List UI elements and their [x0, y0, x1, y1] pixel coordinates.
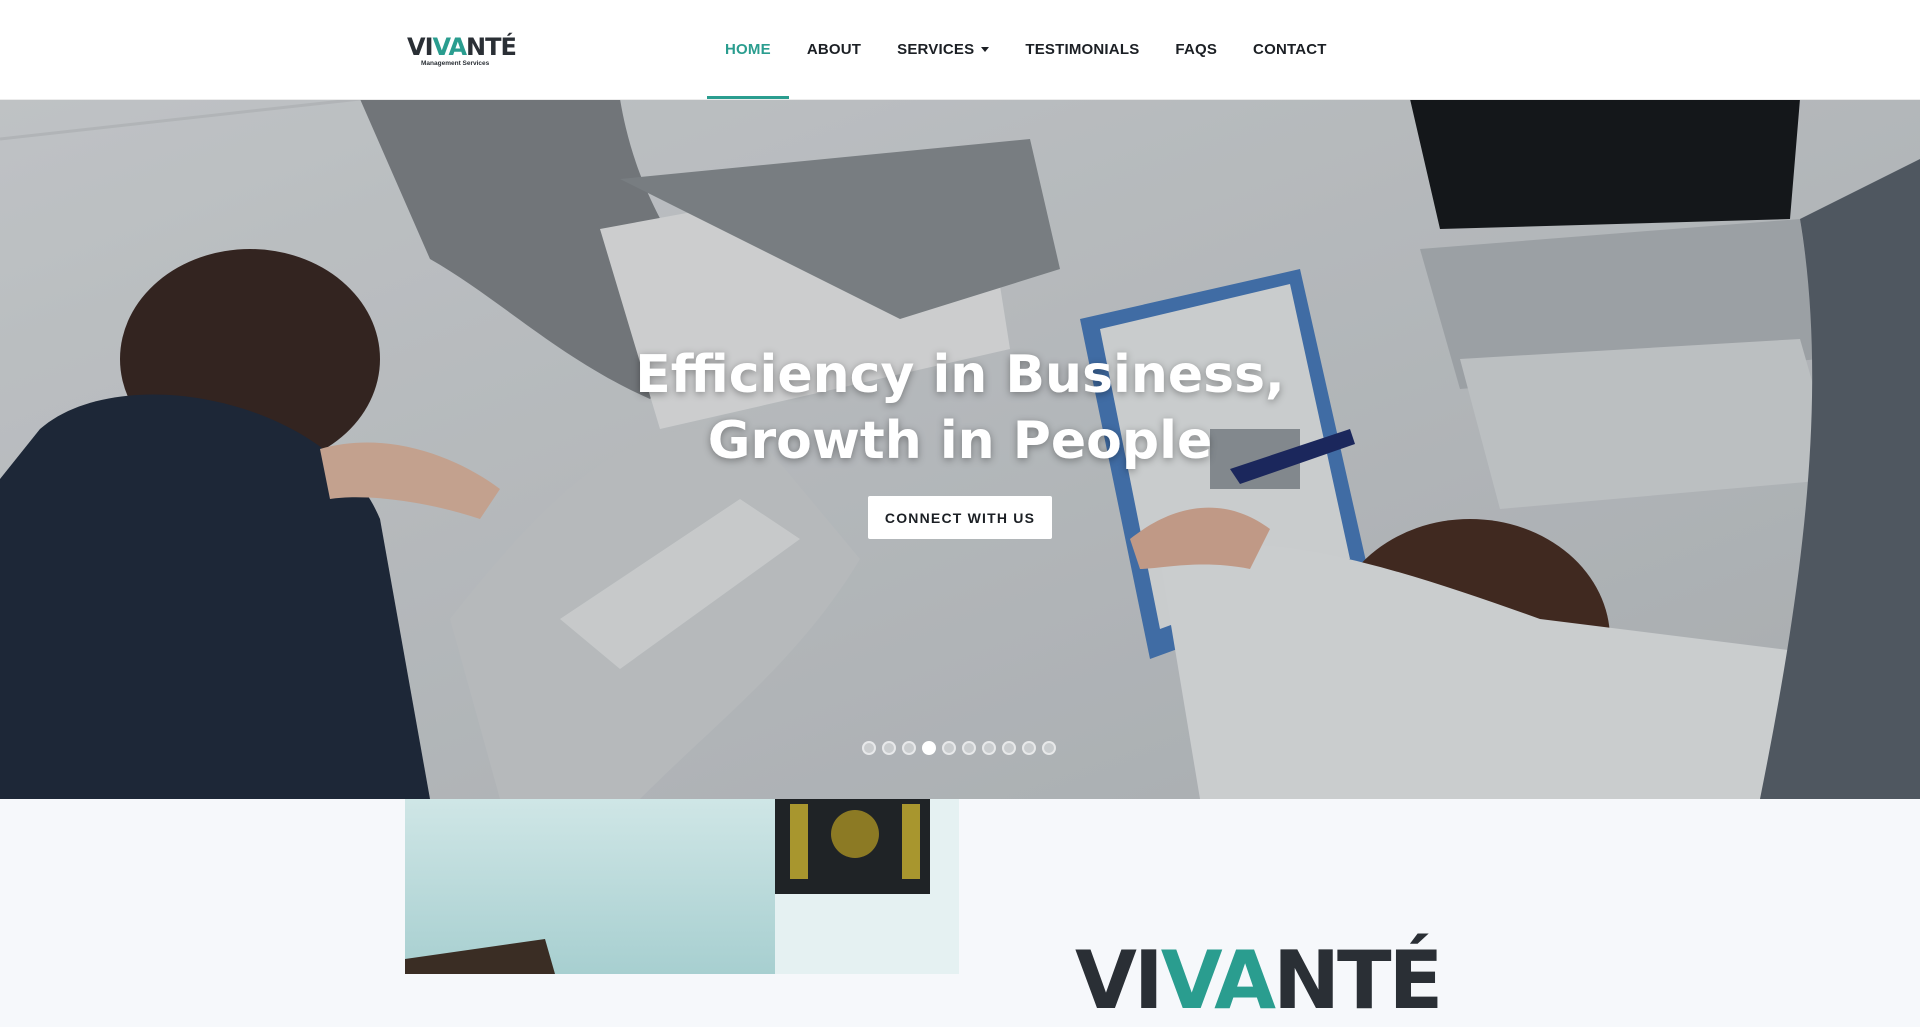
about-brand-logo: VIVANTÉ [1075, 934, 1443, 1027]
hero-title-line2: Growth in People [707, 411, 1213, 471]
logo-wordmark: VIVANTÉ [407, 33, 517, 61]
slider-dot[interactable] [862, 741, 876, 755]
slider-dot[interactable] [962, 741, 976, 755]
connect-with-us-button[interactable]: CONNECT WITH US [868, 496, 1052, 539]
logo-tagline: Management Services [421, 60, 490, 67]
slider-dot[interactable] [982, 741, 996, 755]
slider-pagination [862, 741, 1056, 755]
slider-dot[interactable] [1002, 741, 1016, 755]
nav-item-contact[interactable]: CONTACT [1235, 0, 1345, 99]
slider-dot[interactable] [942, 741, 956, 755]
hero-title-line1: Efficiency in Business, [635, 345, 1285, 405]
hero-title: Efficiency in Business, Growth in People [560, 342, 1360, 474]
main-nav: HOME ABOUT SERVICES TESTIMONIALS FAQS CO… [707, 0, 1345, 99]
nav-item-about[interactable]: ABOUT [789, 0, 879, 99]
nav-item-services[interactable]: SERVICES [879, 0, 1007, 99]
slider-dot[interactable] [1022, 741, 1036, 755]
slider-dot-active[interactable] [922, 741, 936, 755]
hero-slider: Efficiency in Business, Growth in People … [0, 99, 1920, 799]
navbar: VIVANTÉ Management Services HOME ABOUT S… [0, 0, 1920, 99]
about-section: VIVANTÉ [0, 799, 1920, 1021]
caret-down-icon [981, 47, 990, 52]
about-photo [405, 799, 959, 974]
slider-dot[interactable] [882, 741, 896, 755]
nav-item-testimonials[interactable]: TESTIMONIALS [1007, 0, 1157, 99]
slider-dot[interactable] [1042, 741, 1056, 755]
brand-logo[interactable]: VIVANTÉ Management Services [407, 33, 517, 67]
nav-item-faqs[interactable]: FAQS [1157, 0, 1235, 99]
slider-dot[interactable] [902, 741, 916, 755]
nav-item-home[interactable]: HOME [707, 0, 789, 99]
